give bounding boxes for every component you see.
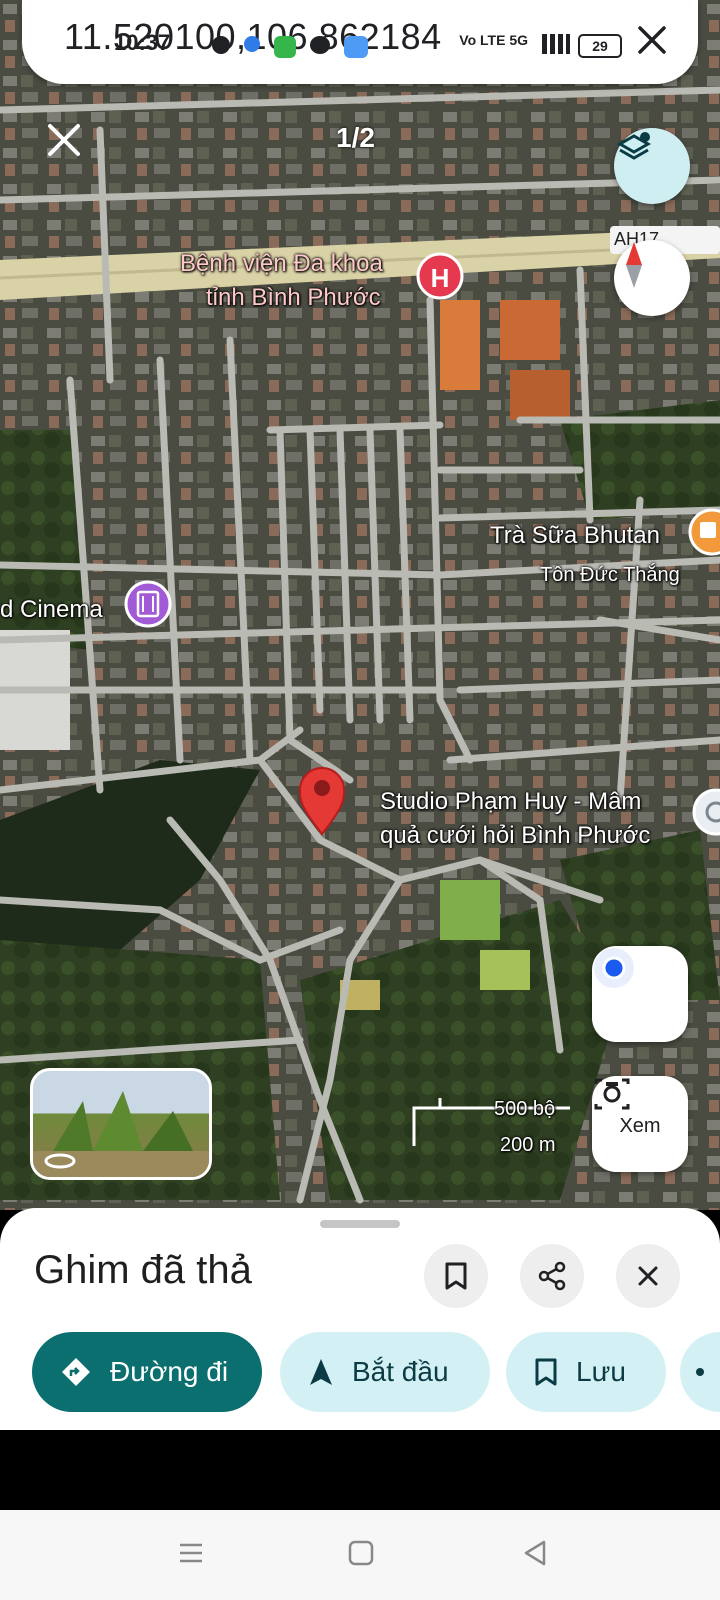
close-sheet-button[interactable] (616, 1244, 680, 1308)
camera-lens-icon (594, 1078, 630, 1110)
system-navigation-bar (0, 1510, 720, 1600)
sheet-drag-handle[interactable] (320, 1220, 400, 1228)
status-network: Vo LTE 5G (459, 32, 528, 48)
hospital-marker[interactable]: H (416, 252, 464, 300)
save-button[interactable]: Lưu (506, 1332, 666, 1412)
map-label-studio-line2[interactable]: quả cưới hỏi Bình Phước (380, 822, 650, 850)
back-button[interactable] (520, 1538, 550, 1568)
map-label-street: Tôn Đức Thắng (540, 564, 680, 586)
close-icon (48, 124, 80, 156)
map-label-studio-line1[interactable]: Studio Phạm Huy - Mâm (380, 788, 641, 816)
map-label-hospital-line2[interactable]: tỉnh Bình Phước (206, 284, 381, 312)
directions-icon (60, 1356, 92, 1388)
directions-button[interactable]: Đường đi (32, 1332, 262, 1412)
app-icon (244, 36, 260, 52)
street-view-thumbnail[interactable] (30, 1068, 212, 1180)
compass-button[interactable] (614, 240, 690, 316)
status-notification-icons (212, 36, 368, 58)
view-lens-button[interactable]: Xem (592, 1076, 688, 1172)
menu-icon (180, 1543, 202, 1563)
my-location-button[interactable] (592, 946, 688, 1042)
more-actions-button[interactable] (680, 1332, 720, 1412)
share-icon (538, 1261, 566, 1291)
battery-icon: 29 (578, 34, 622, 58)
close-photo-button[interactable] (44, 120, 84, 160)
my-location-icon (594, 948, 634, 988)
home-button[interactable] (346, 1538, 376, 1568)
close-icon (638, 26, 666, 54)
navigation-arrow-icon (308, 1357, 334, 1387)
scale-metric: 200 m (500, 1134, 556, 1156)
layers-icon (616, 132, 652, 160)
start-label: Bắt đầu (352, 1356, 449, 1387)
start-button[interactable]: Bắt đầu (280, 1332, 490, 1412)
view-label: Xem (619, 1114, 661, 1137)
search-close-button[interactable] (634, 22, 670, 58)
back-triangle-icon (524, 1540, 546, 1566)
bookmark-icon (445, 1262, 467, 1290)
cinema-marker[interactable] (124, 580, 172, 628)
sheet-title: Ghim đã thả (34, 1248, 252, 1292)
app-icon (310, 36, 330, 54)
directions-label: Đường đi (110, 1356, 229, 1387)
home-square-icon (348, 1540, 374, 1566)
satellite-map[interactable]: H Bệnh viện Đa khoa tỉnh Bình Phước AH17… (0, 0, 720, 1210)
map-label-tea-shop[interactable]: Trà Sữa Bhutan (490, 522, 660, 550)
app-icon (274, 36, 296, 58)
layers-button[interactable] (614, 128, 690, 204)
cafe-marker[interactable] (688, 508, 720, 556)
bookmark-icon (534, 1357, 558, 1387)
coordinate-search-bar[interactable]: 11.520100,106.862184 10:37 Vo LTE 5G 29 (22, 0, 698, 84)
compass-icon (626, 242, 642, 288)
black-band (0, 1430, 720, 1510)
svg-text:H: H (431, 263, 450, 293)
photo-counter: 1/2 (336, 122, 375, 153)
close-icon (638, 1266, 658, 1286)
rotate-360-icon (44, 1153, 76, 1169)
more-icon (696, 1368, 704, 1376)
save-label: Lưu (576, 1356, 626, 1387)
bookmark-button[interactable] (424, 1244, 488, 1308)
signal-icon (542, 34, 570, 54)
weather-icon (344, 36, 368, 58)
place-bottom-sheet[interactable]: Ghim đã thả Đường đi Bắt đầu Lưu (0, 1208, 720, 1430)
share-button[interactable] (520, 1244, 584, 1308)
app-icon (212, 36, 230, 54)
scale-imperial: 500 bộ (494, 1098, 556, 1120)
map-label-hospital-line1[interactable]: Bệnh viện Đa khoa (180, 250, 383, 278)
status-time: 10:37 (114, 30, 171, 55)
recent-apps-button[interactable] (176, 1538, 206, 1568)
map-label-cinema[interactable]: d Cinema (0, 596, 103, 624)
